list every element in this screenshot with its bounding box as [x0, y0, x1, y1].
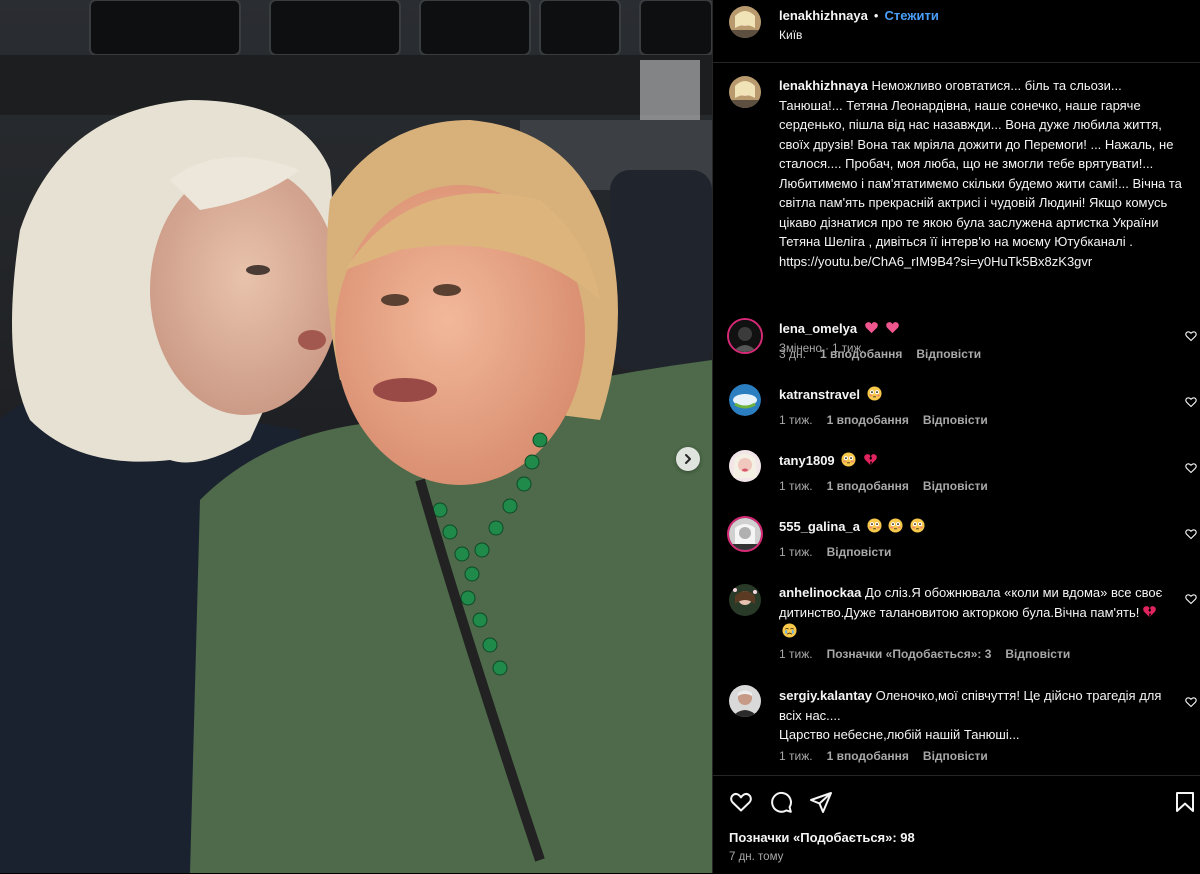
reply-button[interactable]: Відповісти — [923, 749, 988, 763]
comment-likes[interactable]: 1 вподобання — [827, 749, 909, 763]
commenter-avatar[interactable] — [729, 584, 761, 616]
header-line: lenakhizhnaya • Стежити — [779, 8, 939, 24]
comment-item: sergiy.kalantay Оленочко,мої співчуття! … — [713, 685, 1200, 771]
post-details-panel: lenakhizhnaya • Стежити Київ lenakhizhnaya… — [712, 0, 1200, 873]
comment-item: lena_omelya 3 дн. 1 вподобання Відповісти — [713, 318, 1200, 378]
commenter-username[interactable]: anhelinockaa — [779, 585, 861, 600]
comment-text: 555_galina_a — [779, 517, 1171, 537]
comment-item: tany1809 1 тиж. 1 вподобання Відповісти — [713, 450, 1200, 510]
separator-dot: • — [873, 8, 879, 23]
likes-count[interactable]: Позначки «Подобається»: 98 — [729, 830, 915, 845]
comment-like-heart-icon[interactable] — [1185, 462, 1197, 474]
pink-heart-icon — [886, 322, 900, 334]
reply-button[interactable]: Відповісти — [827, 545, 892, 559]
commenter-username[interactable]: tany1809 — [779, 453, 835, 468]
comment-likes[interactable]: Позначки «Подобається»: 3 — [827, 647, 992, 661]
reply-button[interactable]: Відповісти — [1005, 647, 1070, 661]
comment-age[interactable]: 1 тиж. — [779, 647, 813, 661]
comment-meta: 1 тиж. Позначки «Подобається»: 3 Відповіст… — [779, 647, 1084, 661]
comment-like-heart-icon[interactable] — [1185, 696, 1197, 708]
flushed-face-icon — [867, 386, 882, 401]
comment-text: katranstravel — [779, 385, 1171, 405]
heart-icon[interactable] — [729, 790, 753, 814]
comment-like-heart-icon[interactable] — [1185, 396, 1197, 408]
comment-age[interactable]: 1 тиж. — [779, 479, 813, 493]
comment-like-heart-icon[interactable] — [1185, 330, 1197, 342]
flushed-face-icon — [867, 518, 882, 533]
flushed-face-icon — [888, 518, 903, 533]
caption-body: Неможливо оговтатися... біль та сльози..… — [779, 78, 1182, 269]
bookmark-icon[interactable] — [1173, 790, 1197, 814]
flushed-face-icon — [910, 518, 925, 533]
comment-text: sergiy.kalantay Оленочко,мої співчуття! … — [779, 686, 1171, 745]
caption-avatar[interactable] — [729, 76, 761, 108]
crying-face-icon — [782, 623, 797, 638]
post-location[interactable]: Київ — [779, 28, 802, 42]
photo-image — [0, 0, 712, 873]
comment-meta: 3 дн. 1 вподобання Відповісти — [779, 347, 995, 361]
comment-item: anhelinockaa До сліз.Я обожнювала «коли … — [713, 582, 1200, 668]
comment-like-heart-icon[interactable] — [1185, 528, 1197, 540]
comment-meta: 1 тиж. 1 вподобання Відповісти — [779, 479, 1002, 493]
post-photo[interactable] — [0, 0, 712, 873]
commenter-avatar[interactable] — [727, 318, 763, 354]
comment-meta: 1 тиж. 1 вподобання Відповісти — [779, 749, 1002, 763]
comment-item: 555_galina_a 1 тиж. Відповісти — [713, 516, 1200, 576]
broken-heart-icon — [1143, 605, 1157, 617]
comment-age[interactable]: 3 дн. — [779, 347, 806, 361]
comment-icon[interactable] — [769, 790, 793, 814]
follow-button[interactable]: Стежити — [884, 8, 938, 23]
comment-meta: 1 тиж. 1 вподобання Відповісти — [779, 413, 1002, 427]
commenter-avatar[interactable] — [729, 450, 761, 482]
author-avatar[interactable] — [729, 6, 761, 38]
comment-body-line2: Царство небесне,любій нашій Танюші... — [779, 727, 1020, 742]
commenter-username[interactable]: lena_omelya — [779, 321, 857, 336]
comment-likes[interactable]: 1 вподобання — [820, 347, 902, 361]
comment-text: tany1809 — [779, 451, 1171, 471]
pink-heart-icon — [864, 322, 878, 334]
reply-button[interactable]: Відповісти — [923, 479, 988, 493]
share-icon[interactable] — [809, 790, 833, 814]
comment-meta: 1 тиж. Відповісти — [779, 545, 905, 559]
reply-button[interactable]: Відповісти — [916, 347, 981, 361]
commenter-avatar[interactable] — [729, 685, 761, 717]
flushed-face-icon — [841, 452, 856, 467]
comment-text: anhelinockaa До сліз.Я обожнювала «коли … — [779, 583, 1171, 642]
caption-text: lenakhizhnaya Неможливо оговтатися... бі… — [779, 76, 1185, 271]
comment-like-heart-icon[interactable] — [1185, 593, 1197, 605]
comment-text: lena_omelya — [779, 319, 1171, 339]
post-actions: Позначки «Подобається»: 98 7 дн. тому — [713, 775, 1200, 874]
commenter-avatar[interactable] — [729, 384, 761, 416]
author-username[interactable]: lenakhizhnaya — [779, 8, 868, 23]
chevron-right-icon — [685, 454, 691, 464]
post-header: lenakhizhnaya • Стежити Київ — [713, 0, 1200, 63]
broken-heart-icon — [864, 454, 877, 466]
comment-age[interactable]: 1 тиж. — [779, 545, 813, 559]
commenter-username[interactable]: 555_galina_a — [779, 519, 860, 534]
comment-likes[interactable]: 1 вподобання — [827, 479, 909, 493]
commenter-avatar[interactable] — [727, 516, 763, 552]
commenter-username[interactable]: sergiy.kalantay — [779, 688, 872, 703]
post-time: 7 дн. тому — [729, 851, 784, 863]
instagram-post-view: lenakhizhnaya • Стежити Київ lenakhizhnaya… — [0, 0, 1200, 873]
caption-username[interactable]: lenakhizhnaya — [779, 78, 868, 93]
reply-button[interactable]: Відповісти — [923, 413, 988, 427]
commenter-username[interactable]: katranstravel — [779, 387, 860, 402]
comment-age[interactable]: 1 тиж. — [779, 413, 813, 427]
comment-item: katranstravel 1 тиж. 1 вподобання Відповіс… — [713, 384, 1200, 444]
comment-likes[interactable]: 1 вподобання — [827, 413, 909, 427]
comment-age[interactable]: 1 тиж. — [779, 749, 813, 763]
next-photo-button[interactable] — [676, 447, 700, 471]
